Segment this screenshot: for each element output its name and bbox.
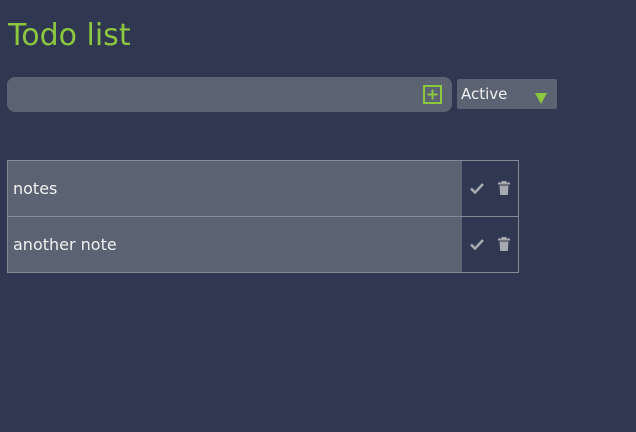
plus-square-icon (422, 84, 443, 105)
delete-todo-button[interactable] (496, 180, 512, 196)
todo-text-area[interactable]: another note (8, 217, 462, 272)
todo-list: notes another note (7, 160, 519, 273)
complete-todo-button[interactable] (469, 236, 485, 252)
check-icon (469, 180, 485, 196)
complete-todo-button[interactable] (469, 180, 485, 196)
filter-select[interactable]: Active (457, 79, 557, 109)
add-todo-bar (7, 77, 452, 112)
todo-item: notes (8, 161, 518, 217)
todo-actions (462, 161, 518, 216)
page-title: Todo list (8, 18, 131, 53)
todo-actions (462, 217, 518, 272)
check-icon (469, 236, 485, 252)
new-todo-input[interactable] (7, 77, 412, 112)
filter-selected-value: Active (461, 85, 508, 103)
add-todo-button[interactable] (422, 84, 443, 105)
trash-icon (496, 236, 512, 252)
todo-item: another note (8, 217, 518, 272)
todo-text: notes (13, 179, 58, 198)
triangle-down-icon (535, 89, 547, 104)
trash-icon (496, 180, 512, 196)
delete-todo-button[interactable] (496, 236, 512, 252)
todo-text: another note (13, 235, 117, 254)
todo-text-area[interactable]: notes (8, 161, 462, 216)
todo-app: Todo list Active notes another note (0, 0, 636, 432)
